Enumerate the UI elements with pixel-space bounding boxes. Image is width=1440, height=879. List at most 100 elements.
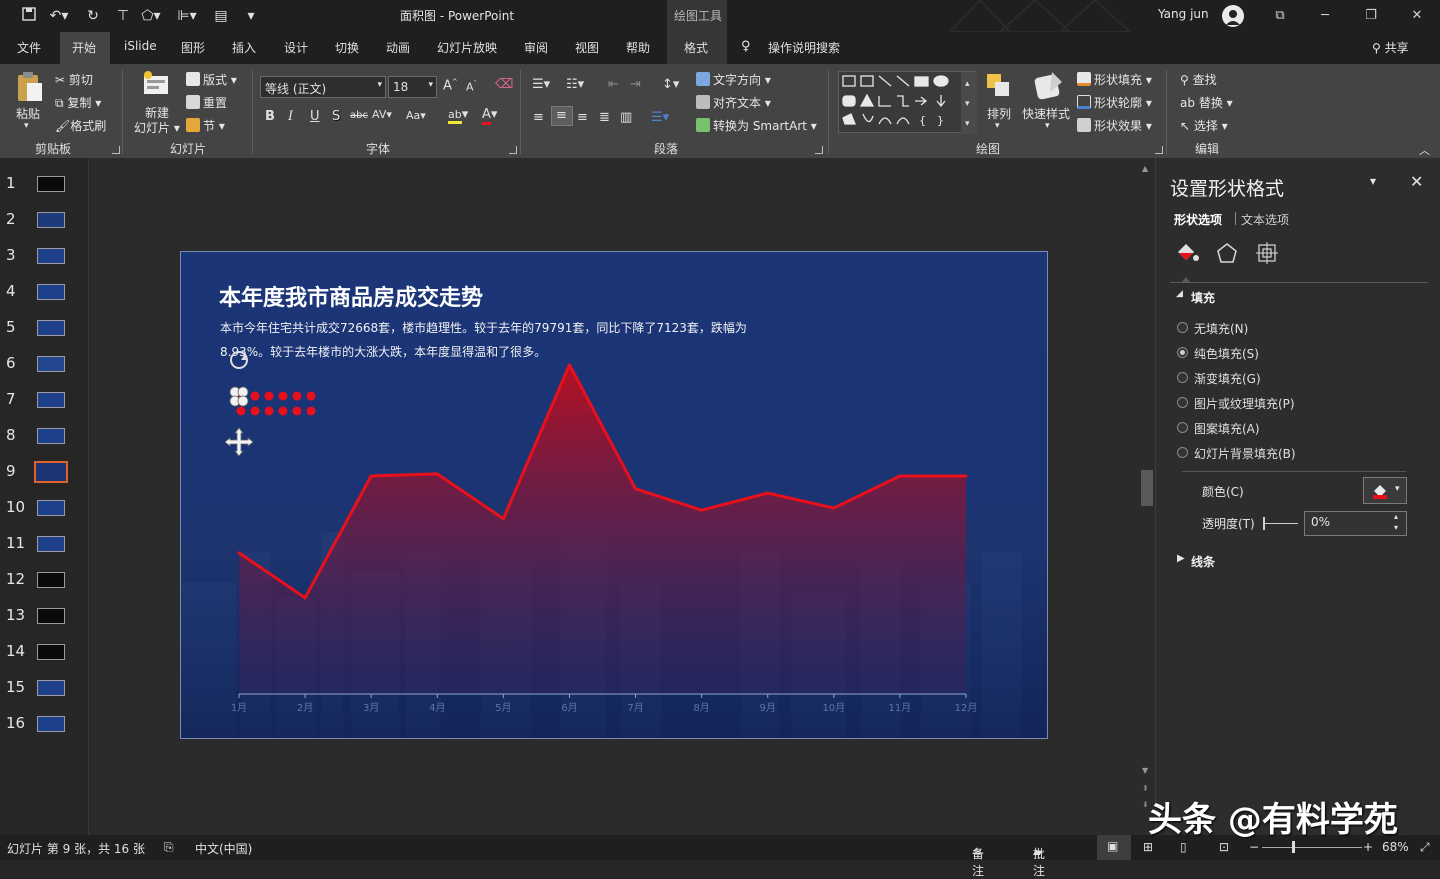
selection-handles[interactable] (225, 348, 265, 463)
line-spacing-icon[interactable]: ↕▾ (662, 77, 679, 92)
slide-thumbnail[interactable] (37, 644, 65, 660)
paste-button[interactable]: 粘贴 (16, 105, 40, 122)
replace-button[interactable]: ab 替换 ▾ (1180, 94, 1233, 111)
drawing-launcher-icon[interactable] (1155, 146, 1163, 154)
align-text-button[interactable]: 对齐文本 ▾ (696, 94, 771, 111)
zoom-out-icon[interactable]: − (1249, 840, 1259, 854)
align-icon[interactable]: ⊫▾ (176, 6, 198, 26)
section-button[interactable]: 节 ▾ (186, 117, 225, 134)
thumbnail-row[interactable]: 13 (0, 606, 88, 628)
thumbnail-row[interactable]: 12 (0, 570, 88, 592)
fill-option[interactable]: 图片或纹理填充(P) (1177, 395, 1295, 412)
thumbnail-row[interactable]: 4 (0, 282, 88, 304)
tell-me-search[interactable]: 操作说明搜索 (768, 39, 840, 56)
fill-line-icon[interactable] (1174, 240, 1200, 266)
vertical-scrollbar[interactable]: ▲ ▼ ⇞ ⇟ (1139, 158, 1155, 835)
radio-button[interactable] (1177, 447, 1188, 458)
align-right-icon[interactable]: ≡ (577, 110, 588, 125)
font-launcher-icon[interactable] (509, 146, 517, 154)
tab-shape-options[interactable]: 形状选项 (1174, 211, 1222, 228)
tab-shapes[interactable]: 图形 (181, 39, 205, 56)
fit-slide-icon[interactable]: ⤢ (1420, 840, 1430, 855)
bullets-icon[interactable]: ☰▾ (532, 77, 550, 92)
clipboard-icon[interactable] (14, 70, 44, 104)
thumbnail-row[interactable]: 11 (0, 534, 88, 556)
undo-icon[interactable]: ↶▾ (48, 6, 70, 26)
arrange-icon[interactable] (985, 72, 1013, 100)
tab-view[interactable]: 视图 (575, 39, 599, 56)
slide-thumbnail[interactable] (37, 680, 65, 696)
slide-thumbnail[interactable] (37, 320, 65, 336)
tab-format[interactable]: 格式 (684, 39, 708, 56)
thumbnail-row[interactable]: 16 (0, 714, 88, 736)
thumbnail-row[interactable]: 9 (0, 461, 88, 484)
spin-down-icon[interactable]: ▾ (1394, 523, 1398, 532)
transparency-input[interactable]: 0% ▴ ▾ (1304, 511, 1407, 536)
tab-home[interactable]: 开始 (72, 39, 96, 56)
avatar[interactable] (1222, 5, 1244, 27)
slide-thumbnail[interactable] (37, 356, 65, 372)
arrange-dropdown-icon[interactable]: ▾ (995, 121, 1000, 131)
fill-option[interactable]: 幻灯片背景填充(B) (1177, 445, 1296, 462)
fill-option[interactable]: 渐变填充(G) (1177, 370, 1261, 387)
thumbnail-row[interactable]: 8 (0, 426, 88, 448)
thumbnail-row[interactable]: 15 (0, 678, 88, 700)
slide-thumbnail[interactable] (37, 248, 65, 264)
transparency-slider[interactable] (1264, 523, 1298, 524)
tab-insert[interactable]: 插入 (232, 39, 256, 56)
thumbnail-row[interactable]: 14 (0, 642, 88, 664)
thumbnail-row[interactable]: 1 (0, 174, 88, 196)
slide-thumbnail[interactable] (37, 572, 65, 588)
pane-close-icon[interactable]: ✕ (1410, 172, 1423, 191)
collapse-ribbon-icon[interactable]: ︿ (1419, 142, 1430, 158)
color-picker-button[interactable]: ▾ (1363, 477, 1407, 504)
slide-thumbnail[interactable] (37, 536, 65, 552)
thumbnail-row[interactable]: 2 (0, 210, 88, 232)
close-icon[interactable]: ✕ (1402, 5, 1432, 27)
language-indicator[interactable]: 中文(中国) (195, 840, 252, 857)
present-icon[interactable]: ▤ (210, 6, 232, 26)
restore-icon[interactable]: ❐ (1356, 5, 1386, 27)
line-section-header[interactable]: 线条 (1191, 553, 1215, 570)
reading-view-icon[interactable]: ▯ (1180, 840, 1187, 854)
zoom-in-icon[interactable]: + (1363, 840, 1373, 854)
tab-design[interactable]: 设计 (284, 39, 308, 56)
slide-sorter-icon[interactable]: ⊞ (1143, 840, 1153, 854)
format-painter-button[interactable]: 🖌格式刷 (55, 117, 106, 134)
radio-button[interactable] (1177, 347, 1188, 358)
shadow-icon[interactable]: S (332, 109, 340, 124)
new-slide-icon[interactable] (140, 70, 172, 98)
shape-effects-button[interactable]: 形状效果 ▾ (1077, 117, 1152, 134)
spin-up-icon[interactable]: ▴ (1394, 512, 1398, 521)
slide-canvas[interactable]: 本年度我市商品房成交走势 本市今年住宅共计成交72668套，楼市趋理性。较于去年… (180, 251, 1048, 739)
arrange-button[interactable]: 排列 (987, 105, 1011, 122)
slide-thumbnail[interactable] (37, 716, 65, 732)
scroll-down-icon[interactable]: ▼ (1142, 766, 1148, 775)
slide-thumbnail[interactable] (37, 284, 65, 300)
tab-file[interactable]: 文件 (17, 39, 41, 56)
fill-option[interactable]: 图案填充(A) (1177, 420, 1260, 437)
italic-icon[interactable]: I (288, 109, 293, 124)
shapes-gallery[interactable]: {} ▴ ▾ ▾ (838, 71, 977, 134)
quick-styles-button[interactable]: 快速样式 (1022, 105, 1070, 122)
zoom-level[interactable]: 68% (1382, 840, 1409, 854)
slideshow-view-icon[interactable]: ⊡ (1219, 840, 1229, 854)
font-color-icon[interactable]: A▾ (482, 107, 497, 125)
decrease-indent-icon[interactable]: ⇤ (608, 77, 619, 92)
shape-outline-button[interactable]: 形状轮廓 ▾ (1077, 94, 1152, 111)
quick-styles-dropdown-icon[interactable]: ▾ (1045, 121, 1050, 131)
thumbnail-row[interactable]: 10 (0, 498, 88, 520)
spellcheck-icon[interactable]: ⎘ (164, 840, 174, 855)
fill-option[interactable]: 无填充(N) (1177, 320, 1248, 337)
shape-fill-button[interactable]: 形状填充 ▾ (1077, 71, 1152, 88)
quick-styles-icon[interactable] (1032, 70, 1064, 102)
scroll-up-icon[interactable]: ▲ (1142, 164, 1148, 173)
grow-font-icon[interactable]: A^ (443, 78, 458, 93)
layout-button[interactable]: 版式 ▾ (186, 71, 237, 88)
numbering-icon[interactable]: ☷▾ (566, 77, 584, 92)
shape-icon[interactable]: ⬠▾ (140, 6, 162, 26)
tab-slideshow[interactable]: 幻灯片放映 (437, 39, 497, 56)
bold-icon[interactable]: B (265, 109, 275, 124)
fill-option[interactable]: 纯色填充(S) (1177, 345, 1259, 362)
pane-options-icon[interactable]: ▾ (1370, 174, 1376, 188)
